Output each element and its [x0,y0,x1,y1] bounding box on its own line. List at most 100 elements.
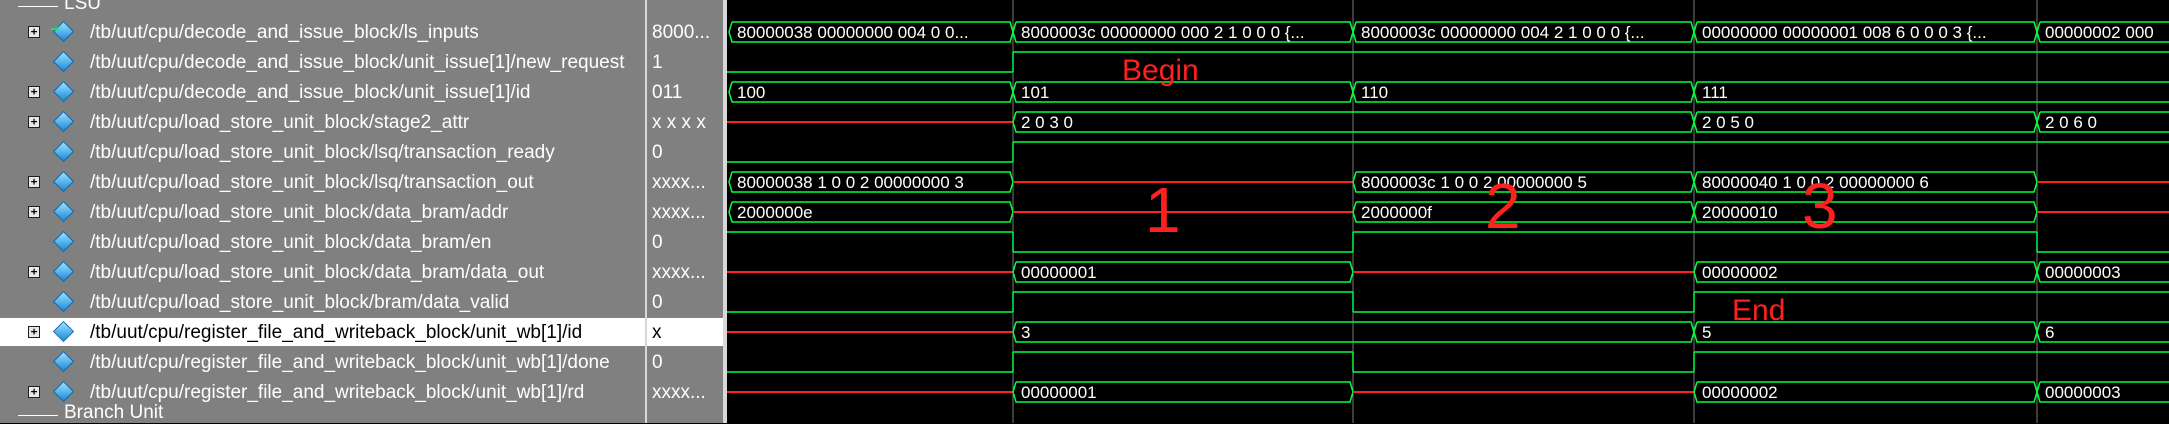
signal-name: /tb/uut/cpu/load_store_unit_block/data_b… [90,232,492,253]
signal-name: /tb/uut/cpu/load_store_unit_block/lsq/tr… [90,172,534,193]
signal-value-cell[interactable]: 1 [647,48,723,76]
annotation-end: End [1732,294,1785,327]
bus-segment [728,81,1014,103]
signal-icon [52,110,75,133]
bus-value-label: 80000038 00000000 004 0 0... [737,23,969,42]
signal-icon [52,290,75,313]
signal-name-pane: LSU + → /tb/uut/cpu/decode_and_issue_block… [0,0,647,423]
signal-value: xxxx... [652,172,706,193]
bus-value-label: 101 [1021,83,1049,102]
signal-icon [52,260,75,283]
signal-icon [52,50,75,73]
bus-value-label: 8000003c 00000000 000 2 1 0 0 0 {... [1021,23,1305,42]
signal-value-cell[interactable]: xxxx... [647,168,723,196]
bus-value-label: 00000003 [2045,383,2121,402]
bus-value-label: 8000003c 00000000 004 2 1 0 0 0 {... [1361,23,1645,42]
bus-segment [1693,81,2169,103]
group-header-branch-unit[interactable]: Branch Unit [0,402,647,423]
signal-icon [52,80,75,103]
signal-row[interactable]: + /tb/uut/cpu/load_store_unit_block/data_… [0,198,647,226]
signal-value-cell[interactable]: 0 [647,228,723,256]
signal-row[interactable]: /tb/uut/cpu/load_store_unit_block/bram/d… [0,288,647,316]
signal-value: x [652,322,662,343]
input-arrow-icon: → [50,22,61,36]
expand-toggle-icon[interactable]: + [28,176,40,188]
group-divider [18,6,58,7]
signal-value-cell[interactable]: x [647,318,723,346]
signal-value: xxxx... [652,262,706,283]
signal-row[interactable]: + /tb/uut/cpu/load_store_unit_block/stage… [0,108,647,136]
signal-icon [52,230,75,253]
bus-value-label: 2000000f [1361,203,1432,222]
signal-name: /tb/uut/cpu/load_store_unit_block/lsq/tr… [90,142,555,163]
signal-value-cell[interactable]: 011 [647,78,723,106]
signal-row[interactable]: + /tb/uut/cpu/load_store_unit_block/lsq/t… [0,168,647,196]
expand-toggle-icon[interactable]: + [28,206,40,218]
expand-toggle-icon[interactable]: + [28,86,40,98]
signal-icon [52,320,75,343]
annotation-begin: Begin [1122,54,1199,87]
bus-value-label: 100 [737,83,765,102]
signal-value-cell[interactable]: xxxx... [647,378,723,406]
bus-value-label: 20000010 [1702,203,1778,222]
waveform-canvas[interactable]: 80000038 00000000 004 0 0... 8000003c 000… [727,0,2169,423]
signal-value-cell[interactable]: 0 [647,288,723,316]
signal-name: /tb/uut/cpu/load_store_unit_block/data_b… [90,262,545,283]
annotation-phase-2: 2 [1485,170,1521,242]
signal-icon [52,200,75,223]
signal-row[interactable]: /tb/uut/cpu/decode_and_issue_block/unit_… [0,48,647,76]
signal-name: /tb/uut/cpu/load_store_unit_block/data_b… [90,202,509,223]
signal-icon [52,140,75,163]
bus-value-label: 00000002 000 [2045,23,2154,42]
group-header-lsu[interactable]: LSU [0,0,647,14]
waveform-pane[interactable]: 80000038 00000000 004 0 0... 8000003c 000… [727,0,2169,423]
signal-value: xxxx... [652,202,706,223]
signal-value-cell[interactable]: x x x x [647,108,723,136]
expand-toggle-icon[interactable]: + [28,266,40,278]
signal-value: 8000... [652,22,711,43]
signal-row[interactable]: + /tb/uut/cpu/register_file_and_writeback… [0,318,647,346]
signal-value-cell[interactable]: 0 [647,138,723,166]
expand-toggle-icon[interactable]: + [28,116,40,128]
expand-toggle-icon[interactable]: + [28,326,40,338]
bus-value-label: 2000000e [737,203,813,222]
bus-value-label: 00000000 00000001 008 6 0 0 0 3 {... [1702,23,1987,42]
bus-value-label: 00000001 [1021,383,1097,402]
bus-value-label: 00000003 [2045,263,2121,282]
signal-name: /tb/uut/cpu/register_file_and_writeback_… [90,352,610,373]
bus-value-label: 00000001 [1021,263,1097,282]
bus-value-label: 6 [2045,323,2054,342]
signal-icon [52,380,75,403]
bus-value-label: 110 [1361,83,1388,102]
signal-name: /tb/uut/cpu/register_file_and_writeback_… [90,322,583,343]
signal-value: 0 [652,232,663,253]
signal-row[interactable]: + /tb/uut/cpu/decode_and_issue_block/unit… [0,78,647,106]
signal-row[interactable]: /tb/uut/cpu/load_store_unit_block/lsq/tr… [0,138,647,166]
signal-row[interactable]: /tb/uut/cpu/load_store_unit_block/data_b… [0,228,647,256]
signal-value-cell[interactable]: xxxx... [647,258,723,286]
signal-value-cell[interactable]: 8000... [647,18,723,46]
bus-value-label: 2 0 5 0 [1702,113,1754,132]
signal-row[interactable]: /tb/uut/cpu/register_file_and_writeback_… [0,348,647,376]
signal-row[interactable]: + /tb/uut/cpu/load_store_unit_block/data_… [0,258,647,286]
bus-value-label: 00000002 [1702,263,1778,282]
signal-name: /tb/uut/cpu/decode_and_issue_block/unit_… [90,52,625,73]
signal-value-cell[interactable]: 0 [647,348,723,376]
signal-value: 0 [652,292,663,313]
bus-value-label: 00000002 [1702,383,1778,402]
group-divider [18,415,58,416]
signal-value-cell[interactable]: xxxx... [647,198,723,226]
bus-value-label: 5 [1702,323,1711,342]
bus-value-label: 80000038 1 0 0 2 00000000 3 [737,173,964,192]
signal-icon [52,170,75,193]
bus-segment [1352,81,1695,103]
expand-toggle-icon[interactable]: + [28,386,40,398]
signal-name: /tb/uut/cpu/register_file_and_writeback_… [90,382,585,403]
signal-value: x x x x [652,112,706,133]
signal-value: 0 [652,142,663,163]
signal-row[interactable]: + → /tb/uut/cpu/decode_and_issue_block/ls_… [0,18,647,46]
waveform-window: LSU + → /tb/uut/cpu/decode_and_issue_block… [0,0,2169,423]
expand-toggle-icon[interactable]: + [28,26,40,38]
signal-name: /tb/uut/cpu/decode_and_issue_block/ls_in… [90,22,479,43]
bus-value-label: 111 [1702,83,1728,102]
